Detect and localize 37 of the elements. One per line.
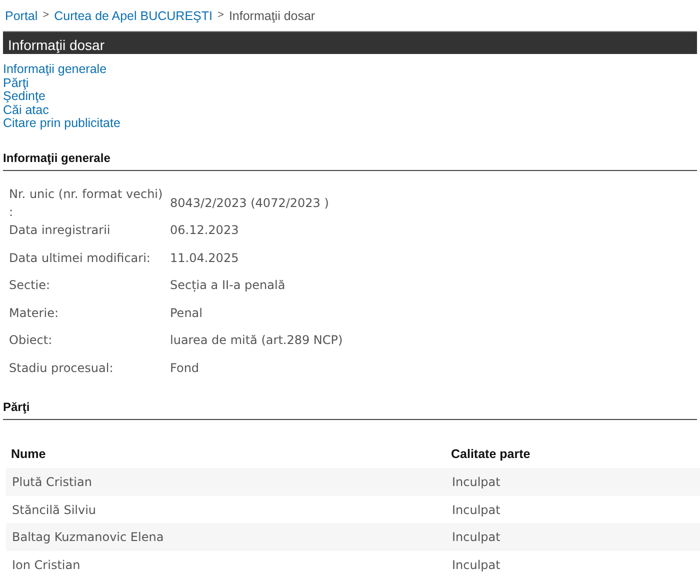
- table-cell: Plută Cristian: [6, 468, 446, 496]
- field-label: Stadiu procesual:: [9, 360, 114, 377]
- field-label: Obiect:: [9, 332, 54, 350]
- field-label: Sectie:: [9, 277, 52, 294]
- table-cell: Inculpat: [446, 550, 700, 578]
- section-heading: Părţi: [3, 398, 697, 420]
- section-link[interactable]: Informaţii generale: [3, 63, 107, 77]
- field-value: Fond: [170, 360, 200, 377]
- column-header: Nume: [6, 432, 446, 468]
- field-label: Data ultimei modificari:: [9, 250, 152, 267]
- table-cell: Inculpat: [446, 468, 700, 496]
- table-cell: Inculpat: [446, 496, 700, 524]
- field-value: luarea de mită (art.289 NCP): [170, 332, 343, 350]
- field-value: 06.12.2023: [170, 222, 239, 240]
- field-label: Data inregistrarii: [9, 222, 112, 240]
- breadcrumb-separator: >: [218, 8, 224, 23]
- section-link[interactable]: Căi atac: [3, 104, 49, 118]
- column-header: Calitate parte: [446, 432, 700, 468]
- section-heading: Informaţii generale: [3, 148, 697, 171]
- breadcrumb-link[interactable]: Curtea de Apel BUCUREŞTI: [54, 7, 212, 31]
- table-cell: Ion Cristian: [6, 550, 446, 578]
- table-cell: Inculpat: [446, 523, 700, 551]
- field-value: Secția a II-a penală: [170, 277, 286, 294]
- breadcrumb-separator: >: [42, 8, 50, 23]
- section-link[interactable]: Citare prin publicitate: [3, 117, 120, 131]
- title-bar: Informaţii dosar: [3, 31, 697, 54]
- field-value: 8043/2/2023 (4072/2023 ): [170, 194, 329, 212]
- breadcrumb-link[interactable]: Portal: [5, 7, 38, 31]
- table-cell: Stăncilă Silviu: [6, 496, 446, 524]
- table-cell: Baltag Kuzmanovic Elena: [6, 523, 446, 551]
- field-label: Nr. unic (nr. format vechi) :: [9, 186, 164, 221]
- section-link[interactable]: Părţi: [3, 76, 29, 90]
- field-value: 11.04.2025: [170, 250, 239, 267]
- field-label: Materie:: [9, 304, 60, 322]
- field-value: Penal: [170, 304, 202, 322]
- section-link[interactable]: Şedinţe: [3, 90, 46, 104]
- breadcrumb-current: Informaţii dosar: [228, 8, 316, 25]
